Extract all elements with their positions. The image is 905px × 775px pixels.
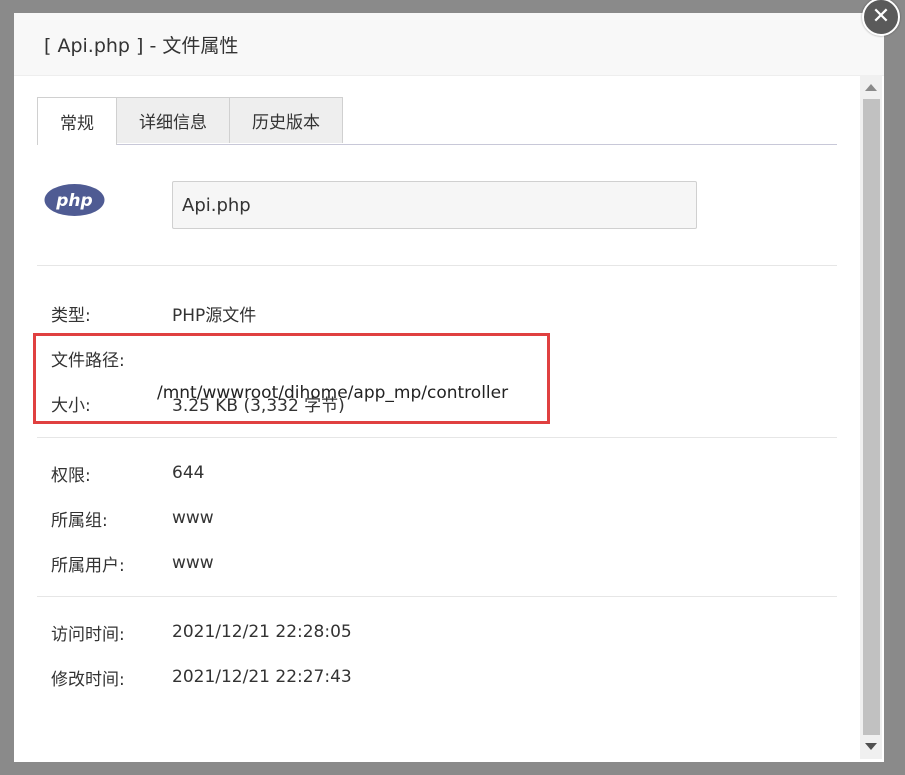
accessed-row: 访问时间: 2021/12/21 22:28:05 (51, 620, 352, 645)
owner-value: www (172, 553, 214, 573)
owner-label: 所属用户: (51, 555, 125, 576)
scroll-thumb[interactable] (863, 99, 880, 735)
permission-value: 644 (172, 463, 205, 483)
group-row: 所属组: www (51, 506, 214, 531)
type-row: 类型: PHP源文件 (51, 301, 257, 326)
svg-text:php: php (55, 191, 92, 211)
permission-label: 权限: (51, 465, 91, 486)
dialog-title: [ Api.php ] - 文件属性 (44, 34, 239, 57)
tab-bar: 常规 详细信息 历史版本 (37, 97, 837, 145)
modified-label: 修改时间: (51, 669, 125, 690)
modified-value: 2021/12/21 22:27:43 (172, 667, 352, 687)
type-label: 类型: (51, 305, 91, 326)
accessed-label: 访问时间: (51, 624, 125, 645)
group-label: 所属组: (51, 510, 108, 531)
filename-row: php (37, 145, 837, 266)
tab-details[interactable]: 详细信息 (117, 97, 230, 143)
php-file-icon: php (44, 184, 105, 216)
scroll-down-icon[interactable] (865, 743, 877, 750)
group-value: www (172, 508, 214, 528)
tab-history[interactable]: 历史版本 (230, 97, 343, 143)
divider (37, 596, 837, 597)
highlight-box (33, 333, 550, 424)
vertical-scrollbar[interactable] (860, 75, 882, 759)
accessed-value: 2021/12/21 22:28:05 (172, 622, 352, 642)
tab-general[interactable]: 常规 (37, 97, 117, 145)
dialog-titlebar: [ Api.php ] - 文件属性 (14, 13, 884, 76)
divider (37, 437, 837, 438)
scroll-up-icon[interactable] (865, 84, 877, 91)
close-icon: ✕ (862, 0, 900, 36)
dialog-content: 常规 详细信息 历史版本 php 类型: PHP源文件 文件路径: 大小: 3.… (33, 97, 837, 690)
modified-row: 修改时间: 2021/12/21 22:27:43 (51, 665, 352, 690)
file-properties-dialog: [ Api.php ] - 文件属性 常规 详细信息 历史版本 php 类型: … (14, 13, 884, 762)
permission-row: 权限: 644 (51, 461, 205, 486)
owner-row: 所属用户: www (51, 551, 214, 576)
filename-input[interactable] (172, 181, 697, 229)
type-value: PHP源文件 (172, 305, 257, 326)
close-button[interactable]: ✕ (860, 0, 902, 36)
